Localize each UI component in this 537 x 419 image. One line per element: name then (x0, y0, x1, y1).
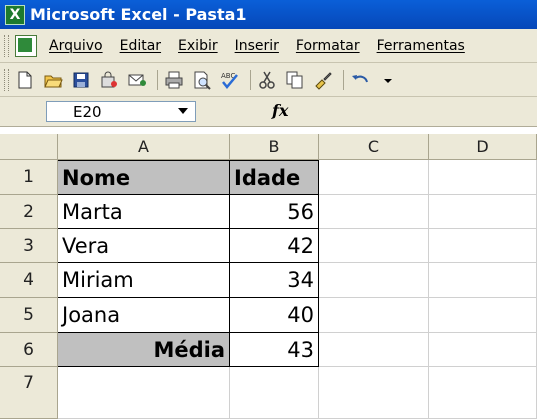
toolbar-separator (343, 69, 344, 90)
cell-b3[interactable]: 42 (230, 229, 319, 263)
menu-formatar[interactable]: Formatar (296, 38, 360, 54)
row-header-6[interactable]: 6 (0, 333, 58, 367)
cell-b5[interactable]: 40 (230, 298, 319, 333)
toolbar-grip[interactable] (4, 68, 9, 91)
formula-bar: E20 fx (0, 97, 537, 127)
cell-d7[interactable] (429, 367, 537, 419)
menu-bar: Arquivo Editar Exibir Inserir Formatar F… (0, 29, 537, 63)
row-header-3[interactable]: 3 (0, 229, 58, 263)
cell-c1[interactable] (319, 160, 429, 195)
menu-inserir[interactable]: Inserir (235, 38, 279, 54)
undo-icon[interactable] (350, 70, 370, 90)
cell-c5[interactable] (319, 298, 429, 333)
format-painter-icon[interactable] (313, 70, 333, 90)
save-icon[interactable] (71, 70, 91, 90)
cell-d5[interactable] (429, 298, 537, 333)
cell-c3[interactable] (319, 229, 429, 263)
excel-window: Microsoft Excel - Pasta1 Arquivo Editar … (0, 0, 537, 419)
undo-dropdown-icon[interactable] (378, 70, 398, 90)
menu-arquivo[interactable]: Arquivo (49, 38, 103, 54)
cell-b6[interactable]: 43 (230, 333, 319, 367)
cell-b4[interactable]: 34 (230, 263, 319, 298)
cell-d6[interactable] (429, 333, 537, 367)
toolbar-separator (157, 69, 158, 90)
workbook-icon[interactable] (15, 34, 37, 57)
cell-d4[interactable] (429, 263, 537, 298)
menu-ferramentas[interactable]: Ferramentas (377, 38, 465, 54)
print-icon[interactable] (164, 70, 184, 90)
cell-a5[interactable]: Joana (58, 298, 230, 333)
cell-b7[interactable] (230, 367, 319, 419)
cell-d3[interactable] (429, 229, 537, 263)
name-box-dropdown-icon[interactable] (178, 108, 188, 114)
menu-exibir[interactable]: Exibir (178, 38, 218, 54)
cell-a6[interactable]: Média (58, 333, 230, 367)
toolbar-separator (250, 69, 251, 90)
cell-c4[interactable] (319, 263, 429, 298)
row-header-2[interactable]: 2 (0, 195, 58, 229)
cell-a3[interactable]: Vera (58, 229, 230, 263)
cell-b2[interactable]: 56 (230, 195, 319, 229)
row-header-1[interactable]: 1 (0, 160, 58, 195)
menu-editar[interactable]: Editar (120, 38, 161, 54)
row-header-4[interactable]: 4 (0, 263, 58, 298)
select-all-corner[interactable] (0, 134, 58, 160)
row-header-7[interactable]: 7 (0, 367, 58, 419)
permission-icon[interactable] (99, 70, 119, 90)
cell-a2[interactable]: Marta (58, 195, 230, 229)
row-header-5[interactable]: 5 (0, 298, 58, 333)
cell-d2[interactable] (429, 195, 537, 229)
print-preview-icon[interactable] (192, 70, 212, 90)
cell-c7[interactable] (319, 367, 429, 419)
column-header-c[interactable]: C (319, 134, 429, 160)
fx-icon[interactable]: fx (272, 101, 288, 120)
copy-icon[interactable] (285, 70, 305, 90)
name-box[interactable]: E20 (46, 101, 196, 122)
column-header-a[interactable]: A (58, 134, 230, 160)
column-header-d[interactable]: D (429, 134, 537, 160)
window-title: Microsoft Excel - Pasta1 (30, 5, 247, 24)
cell-a4[interactable]: Miriam (58, 263, 230, 298)
menu-grip[interactable] (4, 34, 9, 57)
title-bar: Microsoft Excel - Pasta1 (0, 0, 537, 29)
cell-c6[interactable] (319, 333, 429, 367)
open-icon[interactable] (43, 70, 63, 90)
cell-d1[interactable] (429, 160, 537, 195)
cell-a1[interactable]: Nome (58, 160, 230, 195)
cell-b1[interactable]: Idade (230, 160, 319, 195)
column-header-b[interactable]: B (230, 134, 319, 160)
cut-icon[interactable] (257, 70, 277, 90)
email-icon[interactable] (127, 70, 147, 90)
standard-toolbar: ABC (0, 63, 537, 97)
cell-c2[interactable] (319, 195, 429, 229)
spelling-icon[interactable]: ABC (220, 70, 240, 90)
new-icon[interactable] (15, 70, 35, 90)
cell-a7[interactable] (58, 367, 230, 419)
excel-icon[interactable] (5, 4, 25, 25)
